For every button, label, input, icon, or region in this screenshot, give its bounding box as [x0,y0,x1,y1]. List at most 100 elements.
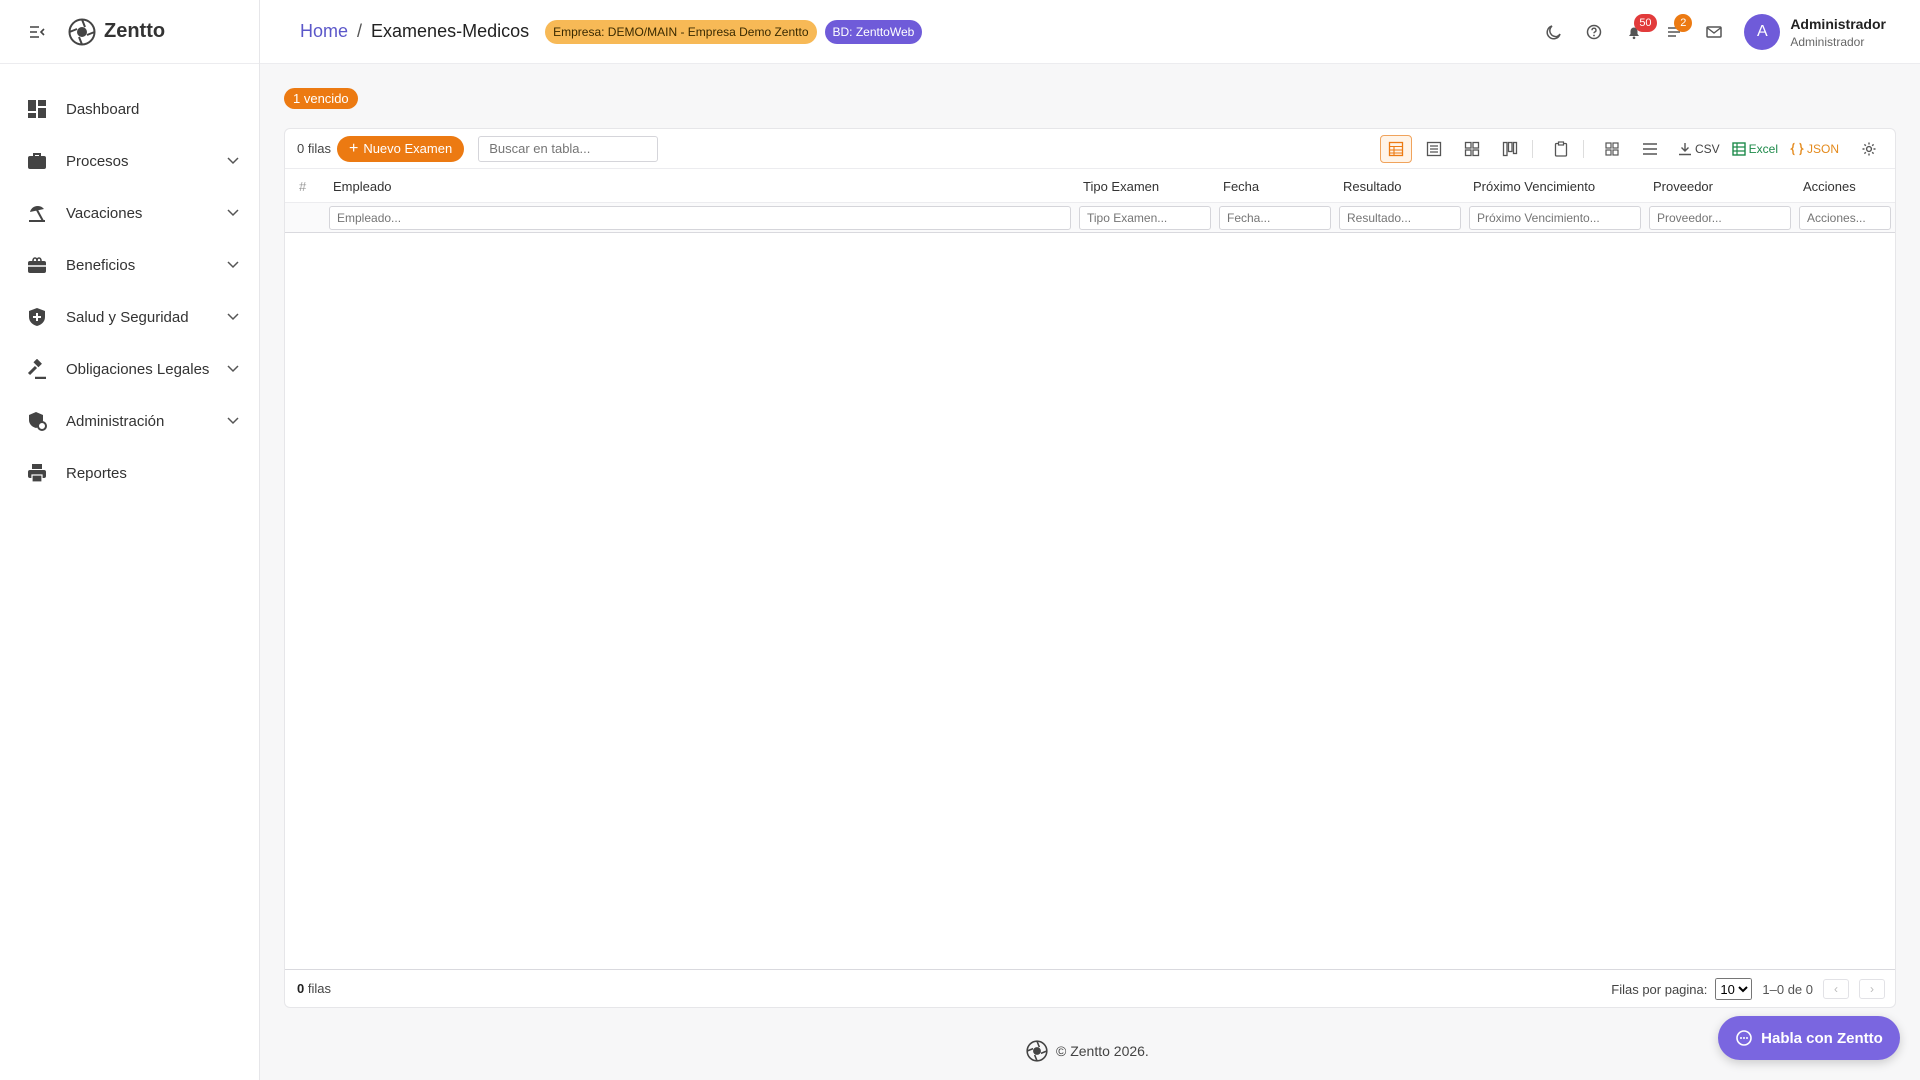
top-header: Home / Examenes-Medicos Empresa: DEMO/MA… [260,0,1920,64]
tasks-count-badge: 2 [1674,14,1693,32]
sidebar-item-label: Vacaciones [66,204,143,222]
clipboard-icon[interactable] [1545,135,1577,163]
tasks-list-icon[interactable]: 2 [1654,12,1694,52]
sidebar-item-label: Beneficios [66,256,136,274]
chevron-down-icon[interactable] [225,361,241,377]
column-header-proximo-vencimiento[interactable]: Próximo Vencimiento [1473,179,1595,194]
sidebar-item-administracion[interactable]: Administración [0,395,259,447]
briefcase-icon [26,150,48,172]
column-header-acciones[interactable]: Acciones [1803,179,1856,194]
export-json-button[interactable]: JSON [1789,142,1839,156]
beach-icon [26,202,48,224]
columns-menu-icon[interactable] [1634,135,1666,163]
filter-empleado-input[interactable] [329,206,1071,230]
column-header-tipo-examen[interactable]: Tipo Examen [1083,179,1159,194]
next-page-icon[interactable]: › [1859,979,1885,999]
printer-icon [26,462,48,484]
chevron-down-icon[interactable] [225,257,241,273]
settings-gear-icon[interactable] [1853,135,1885,163]
sidebar-item-dashboard[interactable]: Dashboard [0,83,259,135]
notifications-count-badge: 50 [1634,14,1657,32]
dashboard-icon [26,98,48,120]
data-grid: 0 filas + Nuevo Examen CSV Excel JSON [284,128,1896,1008]
column-header-fecha[interactable]: Fecha [1223,179,1259,194]
new-exam-button-label: Nuevo Examen [363,141,453,156]
mail-icon[interactable] [1694,12,1734,52]
filter-acciones-input[interactable] [1799,206,1891,230]
excel-icon [1731,142,1746,156]
user-role: Administrador [1790,34,1865,49]
app-name: Zentto [104,20,166,42]
notifications-bell-icon[interactable]: 50 [1614,12,1657,52]
dark-mode-icon[interactable] [1534,12,1574,52]
sidebar-item-label: Dashboard [66,100,140,118]
app-logo[interactable]: Zentto [68,18,165,46]
collapse-menu-icon[interactable] [26,21,48,43]
rows-per-page-label: Filas por pagina: [1611,981,1708,997]
sidebar-item-beneficios[interactable]: Beneficios [0,239,259,291]
filter-proveedor-input[interactable] [1649,206,1791,230]
filter-tipo-examen-input[interactable] [1079,206,1211,230]
chevron-down-icon[interactable] [225,153,241,169]
list-view-icon[interactable] [1418,135,1450,163]
footer-rows-word: filas [307,981,331,996]
user-avatar[interactable]: A [1744,14,1781,50]
sidebar-item-label: Obligaciones Legales [66,360,210,378]
rows-per-page-select[interactable]: 10 [1715,978,1753,1000]
filter-proximo-vencimiento-input[interactable] [1469,206,1641,230]
user-name: Administrador [1790,15,1886,32]
chat-button-label: Habla con Zentto [1761,1029,1883,1047]
sidebar-item-vacaciones[interactable]: Vacaciones [0,187,259,239]
export-csv-button[interactable]: CSV [1678,142,1720,156]
shield-icon [26,306,48,328]
chevron-down-icon[interactable] [225,205,241,221]
toolbar-divider [1531,140,1533,158]
page-title: Examenes-Medicos [371,21,530,41]
chat-bubble-icon [1736,1030,1752,1046]
sidebar-item-reportes[interactable]: Reportes [0,447,259,499]
sidebar-item-obligaciones-legales[interactable]: Obligaciones Legales [0,343,259,395]
export-excel-label: Excel [1748,142,1778,156]
company-badge: Empresa: DEMO/MAIN - Empresa Demo Zentto [545,19,817,44]
export-csv-label: CSV [1694,142,1720,156]
export-json-label: JSON [1806,142,1839,156]
sidebar-header: Zentto [0,0,259,64]
sidebar-item-label: Procesos [66,152,129,170]
chevron-down-icon[interactable] [225,413,241,429]
previous-page-icon[interactable]: ‹ [1823,979,1849,999]
sidebar-item-label: Administración [66,412,165,430]
column-header-empleado[interactable]: Empleado [333,179,392,194]
kanban-view-icon[interactable] [1494,135,1526,163]
breadcrumb-home-link[interactable]: Home [300,21,348,42]
grid-density-icon[interactable] [1596,135,1628,163]
sidebar: Zentto Dashboard Procesos Vacaciones Ben… [0,0,260,1080]
toolbar-divider [1582,140,1584,158]
database-badge: BD: ZenttoWeb [824,19,923,44]
chevron-down-icon[interactable] [225,309,241,325]
table-view-icon[interactable] [1379,135,1412,163]
filter-resultado-input[interactable] [1339,206,1461,230]
sidebar-nav: Dashboard Procesos Vacaciones Beneficios… [0,64,259,499]
sidebar-item-salud-seguridad[interactable]: Salud y Seguridad [0,291,259,343]
grid-footer: 0 filas Filas por pagina: 10 1–0 de 0 ‹ … [285,969,1895,1007]
card-view-icon[interactable] [1456,135,1488,163]
export-excel-button[interactable]: Excel [1731,142,1778,156]
download-icon [1678,143,1691,156]
new-exam-button[interactable]: + Nuevo Examen [336,135,465,162]
pagination-range: 1–0 de 0 [1762,981,1813,997]
user-info[interactable]: Administrador Administrador [1790,16,1886,49]
zentto-logo-icon [68,18,96,45]
help-icon[interactable] [1574,12,1614,52]
gavel-icon [26,358,48,380]
plus-icon: + [348,139,359,157]
expired-count-pill[interactable]: 1 vencido [284,88,358,109]
filter-fecha-input[interactable] [1219,206,1331,230]
sidebar-item-procesos[interactable]: Procesos [0,135,259,187]
column-header-index: # [299,179,307,194]
table-search-input[interactable] [478,135,659,162]
grid-toolbar: 0 filas + Nuevo Examen CSV Excel JSON [285,129,1895,169]
sidebar-item-label: Reportes [66,464,127,482]
chat-with-zentto-button[interactable]: Habla con Zentto [1718,1016,1900,1060]
column-header-resultado[interactable]: Resultado [1343,179,1402,194]
column-header-proveedor[interactable]: Proveedor [1653,179,1713,194]
